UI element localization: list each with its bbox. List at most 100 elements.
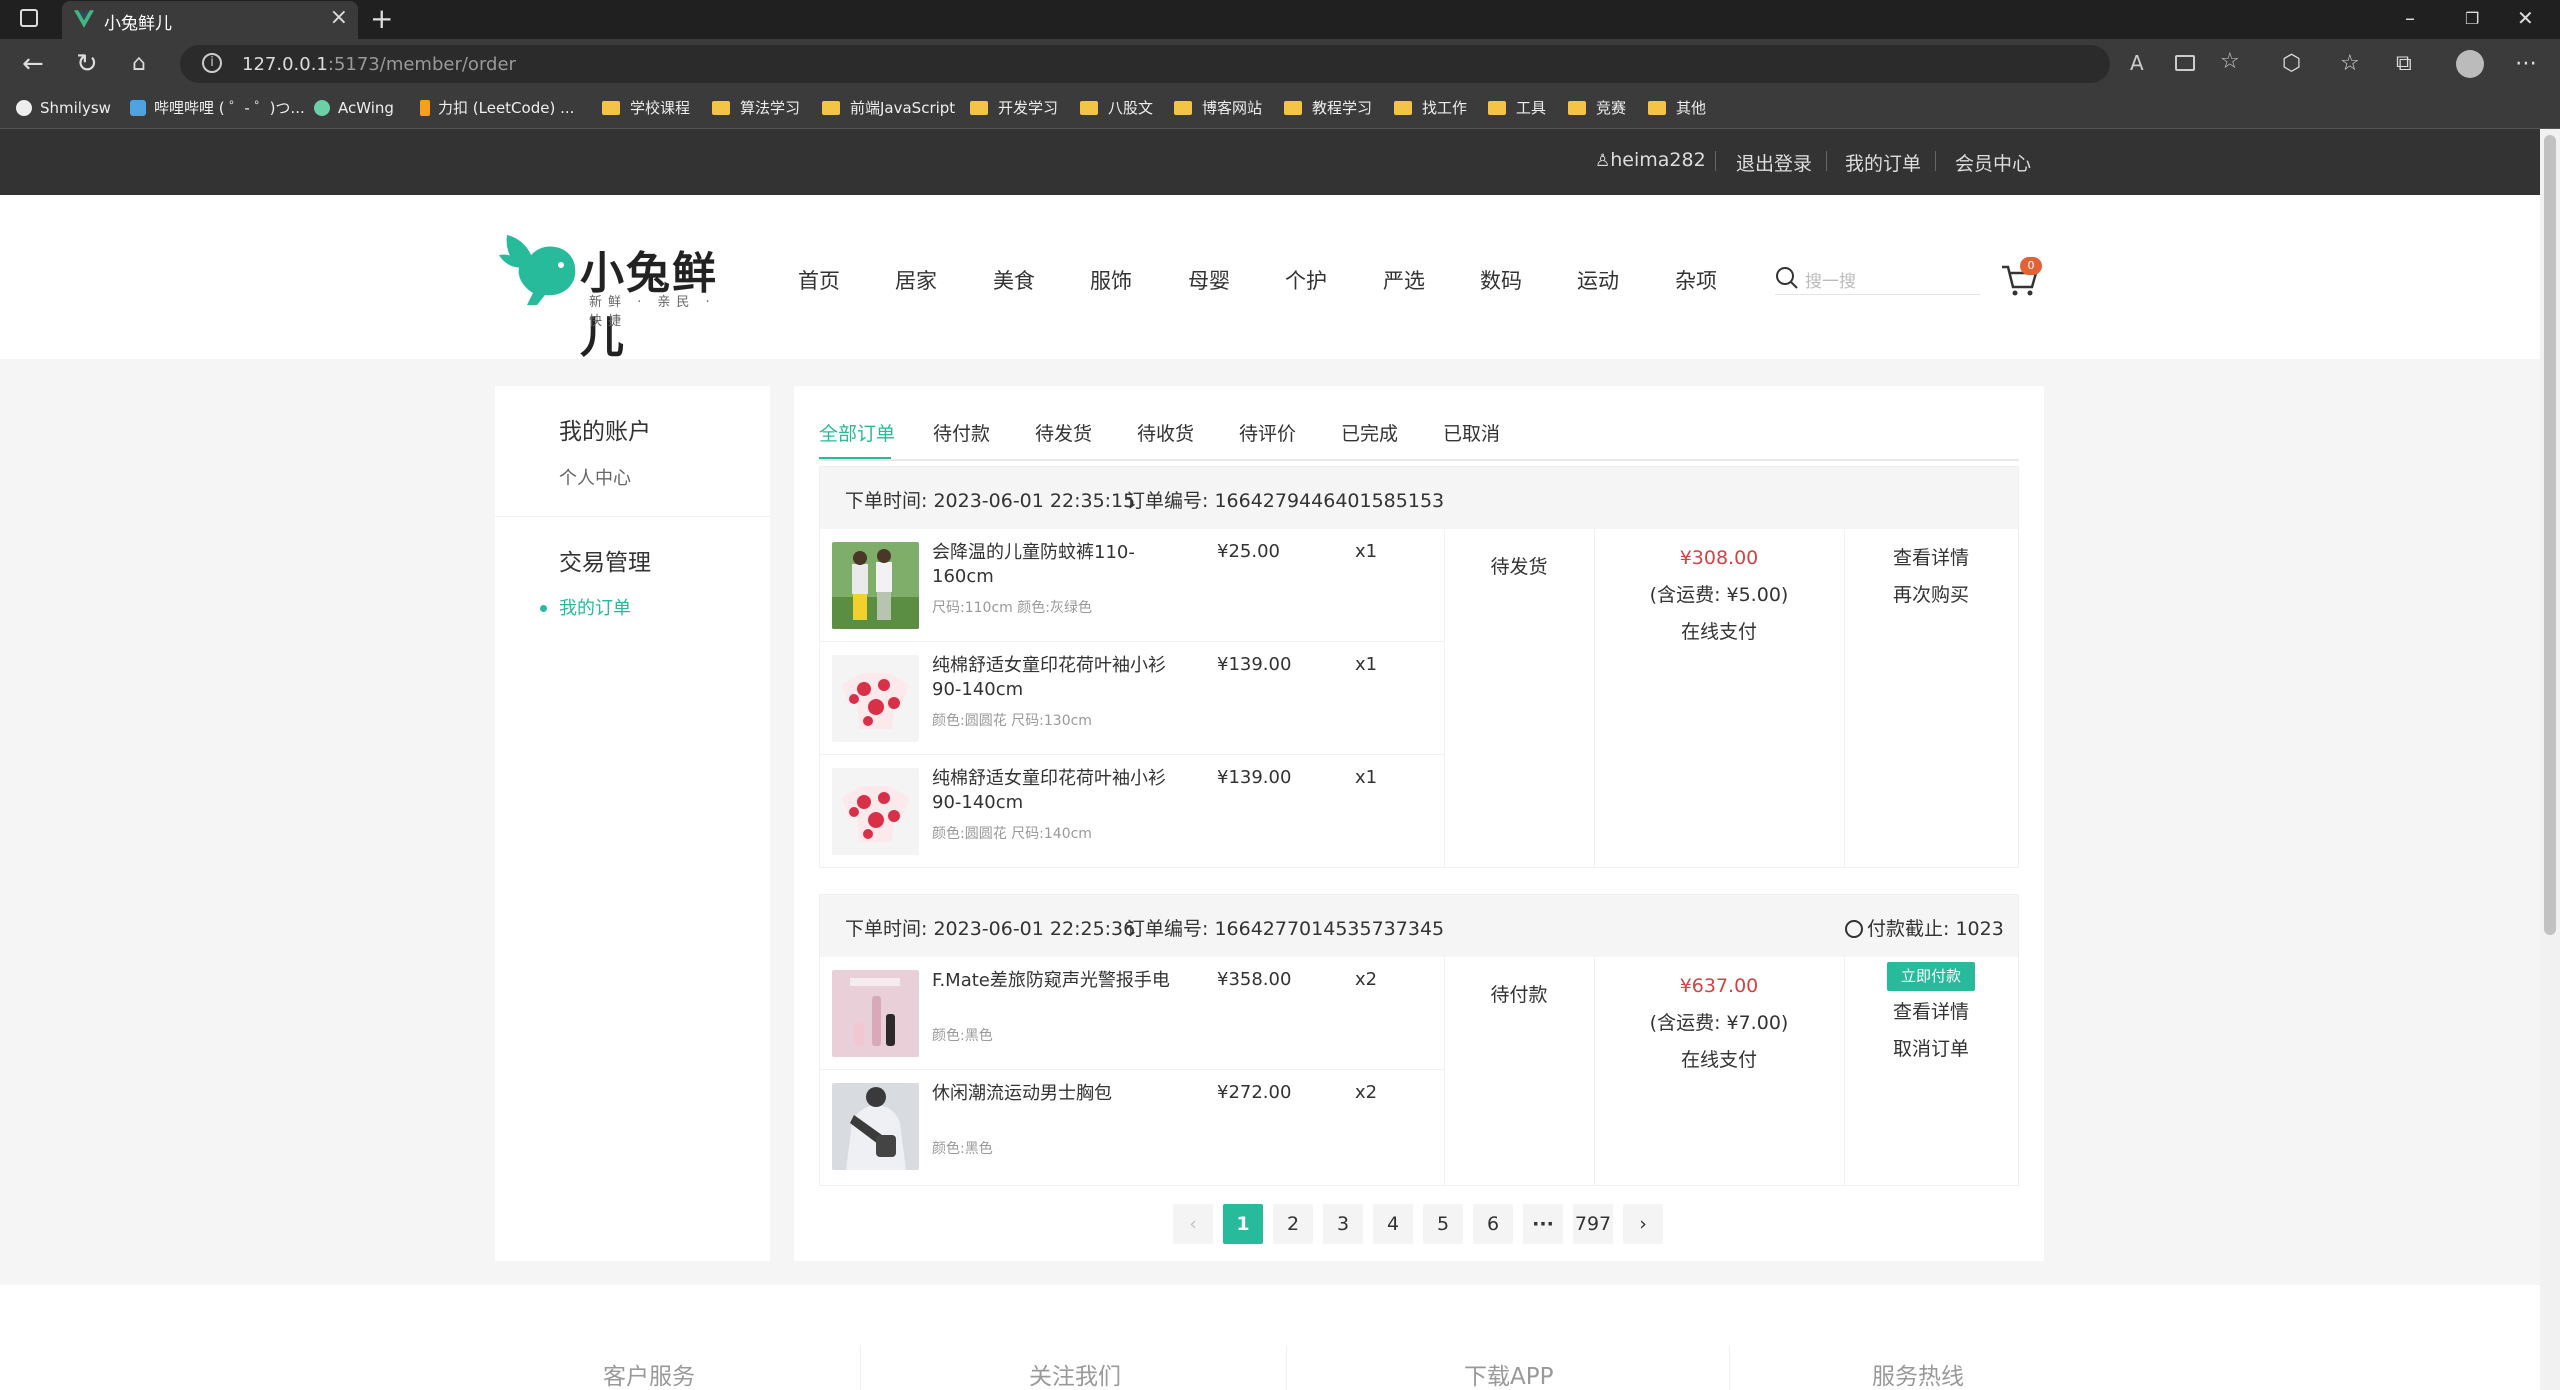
page-button[interactable]: 4 (1373, 1204, 1413, 1244)
nav-food[interactable]: 美食 (993, 265, 1035, 295)
member-center-link[interactable]: 会员中心 (1955, 149, 2031, 176)
my-orders-link[interactable]: 我的订单 (1845, 149, 1921, 176)
tab-pending-review[interactable]: 待评价 (1239, 419, 1296, 446)
site-footer: 客户服务 关注我们 下载APP 服务热线 (0, 1285, 2540, 1390)
nav-home[interactable]: 首页 (798, 265, 840, 295)
view-details-link[interactable]: 查看详情 (1844, 540, 2018, 577)
sidebar-item-orders[interactable]: 我的订单 (559, 594, 631, 620)
active-dot (540, 605, 547, 612)
tab-pending-payment[interactable]: 待付款 (933, 419, 990, 446)
order-items: F.Mate差旅防窥声光警报手电 颜色:黑色 ¥358.00 x2 休闲潮流运动… (820, 957, 1444, 1185)
page-scrollbar[interactable] (2540, 129, 2560, 1390)
read-aloud-icon[interactable]: A (2130, 51, 2144, 75)
nav-selected[interactable]: 严选 (1383, 265, 1425, 295)
tab-all-orders[interactable]: 全部订单 (819, 419, 895, 446)
product-name[interactable]: 休闲潮流运动男士胸包 (932, 1082, 1182, 1106)
bookmark-folder[interactable]: 前端JavaScript (822, 97, 955, 121)
restore-icon[interactable]: ❐ (2465, 9, 2479, 28)
pay-now-button[interactable]: 立即付款 (1887, 962, 1975, 991)
scrollbar-thumb[interactable] (2544, 135, 2556, 935)
buy-again-link[interactable]: 再次购买 (1844, 577, 2018, 614)
page-button[interactable]: 797 (1573, 1204, 1613, 1244)
collections-icon[interactable]: ⧉ (2396, 49, 2412, 79)
bookmark-folder[interactable]: 竞赛 (1568, 97, 1626, 121)
home-icon[interactable]: ⌂ (132, 49, 146, 79)
product-price: ¥25.00 (1217, 541, 1280, 562)
bookmark-github[interactable]: Shmilysw (16, 97, 111, 121)
page-button[interactable]: 6 (1473, 1204, 1513, 1244)
product-name[interactable]: 纯棉舒适女童印花荷叶袖小衫90-140cm (932, 654, 1182, 702)
split-screen-icon[interactable] (2175, 55, 2195, 71)
bookmark-folder[interactable]: 教程学习 (1284, 97, 1372, 121)
bookmark-acwing[interactable]: AcWing (314, 97, 394, 121)
bookmark-folder[interactable]: 开发学习 (970, 97, 1058, 121)
address-bar[interactable]: i 127.0.0.1:5173/member/order A ☆ (180, 45, 2240, 83)
acwing-icon (314, 100, 330, 116)
product-image[interactable] (832, 970, 919, 1057)
minimize-icon[interactable]: – (2405, 6, 2415, 30)
tab-pending-shipment[interactable]: 待发货 (1035, 419, 1092, 446)
bookmark-folder[interactable]: 其他 (1648, 97, 1706, 121)
folder-icon (1284, 101, 1302, 115)
refresh-icon[interactable]: ↻ (76, 49, 98, 79)
profile-avatar[interactable] (2456, 50, 2484, 78)
product-image[interactable] (832, 542, 919, 629)
more-menu-icon[interactable]: ⋯ (2515, 49, 2537, 79)
cancel-order-link[interactable]: 取消订单 (1844, 1031, 2018, 1068)
order-tabs: 全部订单 待付款 待发货 待收货 待评价 已完成 已取消 (819, 411, 2019, 461)
browser-tab[interactable]: 小兔鲜儿 × (62, 1, 358, 39)
product-image[interactable] (832, 655, 919, 742)
bookmark-folder[interactable]: 算法学习 (712, 97, 800, 121)
product-name[interactable]: 纯棉舒适女童印花荷叶袖小衫90-140cm (932, 767, 1182, 815)
tab-close-icon[interactable]: × (330, 5, 348, 30)
sidebar-item-profile[interactable]: 个人中心 (559, 464, 631, 490)
search-input[interactable]: 搜一搜 (1805, 267, 1856, 292)
product-image[interactable] (832, 1083, 919, 1170)
product-image[interactable] (832, 768, 919, 855)
favorites-icon[interactable]: ☆ (2340, 49, 2360, 79)
more-pages-button[interactable]: ··· (1523, 1204, 1563, 1244)
back-icon[interactable]: ← (22, 49, 44, 79)
product-name[interactable]: 会降温的儿童防蚊裤110-160cm (932, 541, 1182, 589)
nav-misc[interactable]: 杂项 (1675, 265, 1717, 295)
nav-clothing[interactable]: 服饰 (1090, 265, 1132, 295)
bookmark-folder[interactable]: 学校课程 (602, 97, 690, 121)
search-box[interactable]: 搜一搜 (1775, 261, 1980, 295)
product-name[interactable]: F.Mate差旅防窥声光警报手电 (932, 969, 1182, 993)
page-button[interactable]: 5 (1423, 1204, 1463, 1244)
nav-baby[interactable]: 母婴 (1188, 265, 1230, 295)
page-button[interactable]: 1 (1223, 1204, 1263, 1244)
tab-cancelled[interactable]: 已取消 (1443, 419, 1500, 446)
page-button[interactable]: 3 (1323, 1204, 1363, 1244)
nav-home-living[interactable]: 居家 (895, 265, 937, 295)
tab-pending-receipt[interactable]: 待收货 (1137, 419, 1194, 446)
bookmark-folder[interactable]: 八股文 (1080, 97, 1153, 121)
order-actions: 立即付款 查看详情 取消订单 (1844, 957, 2018, 1068)
search-icon (1776, 267, 1798, 289)
bookmark-folder[interactable]: 工具 (1488, 97, 1546, 121)
nav-sports[interactable]: 运动 (1577, 265, 1619, 295)
tab-actions-icon[interactable] (20, 9, 38, 27)
user-link[interactable]: ♙heima282 (1595, 149, 1706, 171)
nav-digital[interactable]: 数码 (1480, 265, 1522, 295)
order-actions: 查看详情 再次购买 (1844, 540, 2018, 614)
new-tab-icon[interactable]: + (370, 2, 393, 35)
site-logo[interactable]: 小兔鲜儿 新鲜 · 亲民 · 快捷 (497, 225, 742, 363)
divider (1715, 151, 1716, 171)
bookmark-bilibili[interactable]: 哔哩哔哩 ( ゜- ゜)つ... (130, 97, 305, 121)
next-page-button[interactable]: › (1623, 1204, 1663, 1244)
tab-completed[interactable]: 已完成 (1341, 419, 1398, 446)
logout-link[interactable]: 退出登录 (1736, 149, 1812, 176)
bookmark-leetcode[interactable]: 力扣 (LeetCode) ... (420, 97, 574, 121)
favorite-star-icon[interactable]: ☆ (2220, 49, 2240, 74)
bookmark-folder[interactable]: 博客网站 (1174, 97, 1262, 121)
view-details-link[interactable]: 查看详情 (1844, 994, 2018, 1031)
prev-page-button[interactable]: ‹ (1173, 1204, 1213, 1244)
extensions-icon[interactable]: ⬡ (2282, 49, 2301, 79)
close-window-icon[interactable]: ✕ (2517, 6, 2534, 30)
page-button[interactable]: 2 (1273, 1204, 1313, 1244)
nav-care[interactable]: 个护 (1285, 265, 1327, 295)
bookmark-folder[interactable]: 找工作 (1394, 97, 1467, 121)
site-info-icon[interactable]: i (202, 53, 222, 73)
product-qty: x1 (1355, 654, 1378, 675)
